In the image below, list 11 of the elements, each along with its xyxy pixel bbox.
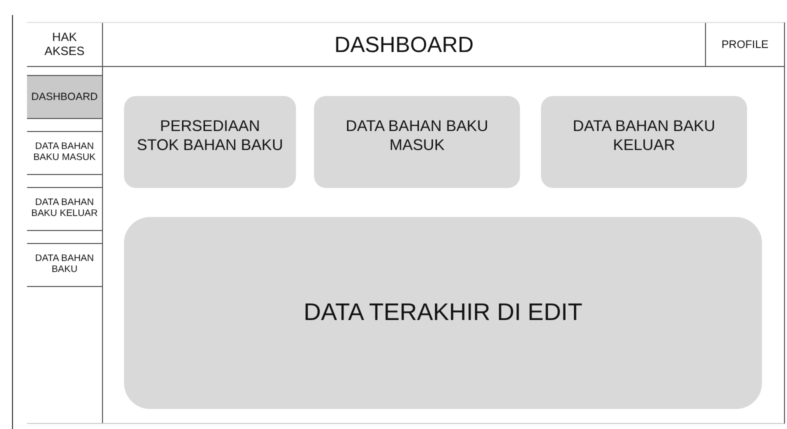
summary-card[interactable]: PERSEDIAAN STOK BAHAN BAKU xyxy=(124,96,296,188)
page-title: DASHBOARD xyxy=(333,30,475,58)
summary-card[interactable]: DATA BAHAN BAKU KELUAR xyxy=(541,96,747,188)
access-label: HAK AKSES xyxy=(27,23,103,67)
sidebar-item[interactable]: DASHBOARD xyxy=(27,75,102,119)
profile-button[interactable]: PROFILE xyxy=(705,23,784,66)
summary-card[interactable]: DATA BAHAN BAKU MASUK xyxy=(314,96,520,188)
sidebar-item[interactable]: DATA BAHAN BAKU MASUK xyxy=(27,131,102,175)
sidebar-item[interactable]: DATA BAHAN BAKU KELUAR xyxy=(27,187,102,231)
sidebar-item[interactable]: DATA BAHAN BAKU xyxy=(27,243,102,287)
recent-edits-panel: DATA TERAKHIR DI EDIT xyxy=(124,217,762,409)
